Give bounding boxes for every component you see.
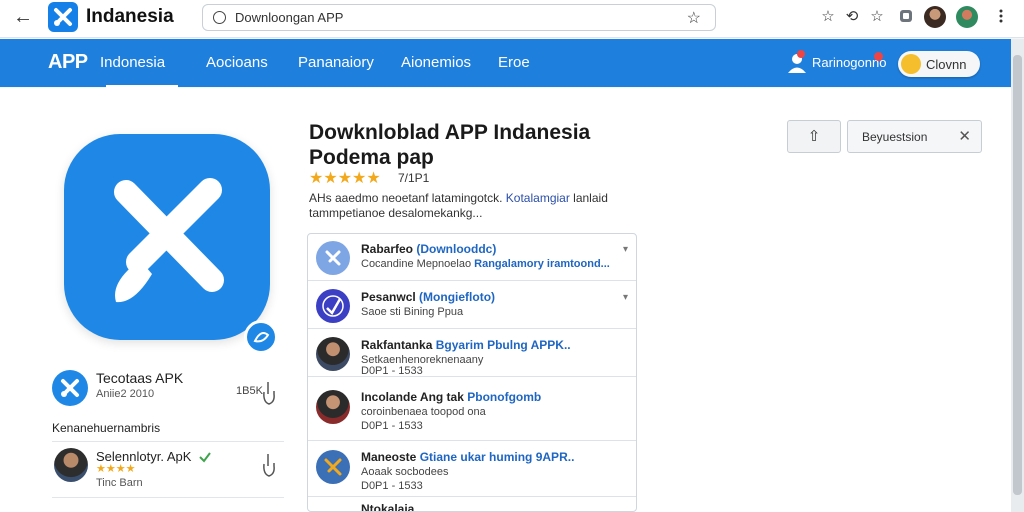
favorite-icon[interactable]: ☆: [868, 8, 886, 26]
download-count: 1B5K: [236, 385, 263, 397]
card-title[interactable]: Tecotaas APK: [96, 370, 183, 386]
nav-item-indonesia[interactable]: Indonesia: [100, 54, 165, 71]
page-title-line2: Podema pap: [309, 146, 434, 169]
item-stars: ★★★★: [96, 463, 136, 475]
item-divider: [52, 497, 284, 498]
address-bar[interactable]: Downloongan APP ☆: [202, 4, 716, 31]
star-icon[interactable]: ☆: [819, 8, 837, 26]
chevron-down-icon[interactable]: ▾: [623, 292, 628, 303]
app-hero-icon[interactable]: [64, 134, 270, 340]
main-nav: APP Indonesia Aocioans Pananaiory Aionem…: [0, 39, 1011, 88]
filter-chip[interactable]: Beyuestsion ✕: [847, 120, 982, 153]
list-item-title: Rabarfeo (Downlooddc): [361, 242, 497, 256]
nav-logo[interactable]: APP: [48, 51, 88, 74]
description: AHs aaedmo neoetanf latamingotck. Kotala…: [309, 191, 639, 221]
notification-badge: [797, 50, 805, 58]
desc-line1-end: lanlaid: [573, 191, 608, 205]
list-item-title: Maneoste Gtiane ukar huming 9APR..: [361, 450, 575, 464]
app-small-icon[interactable]: [52, 370, 88, 406]
nav-item-5[interactable]: Eroe: [498, 54, 530, 71]
address-text[interactable]: Downloongan APP: [235, 10, 343, 25]
more-menu-icon[interactable]: [992, 8, 1010, 26]
chevron-down-icon[interactable]: ▾: [623, 244, 628, 255]
list-item-sub: Aoaak socbodees: [361, 466, 449, 478]
list-item-title: Incolande Ang tak Pbonofgomb: [361, 390, 542, 404]
list-item-title: Rakfantanka Bgyarim Pbulng APPK..: [361, 338, 571, 352]
list-item-meta: D0P1 - 1533: [361, 480, 423, 492]
desc-line2: tammpetianoe desalomekankg...: [309, 206, 483, 220]
coin-icon: [901, 54, 921, 74]
bookmark-icon[interactable]: ☆: [687, 8, 701, 28]
desc-link[interactable]: Kotalamgiar: [506, 191, 570, 205]
hand-icon-2[interactable]: [260, 452, 278, 478]
filter-label: Beyuestsion: [862, 130, 928, 144]
list-item[interactable]: Maneoste Gtiane ukar huming 9APR.. Aoaak…: [308, 442, 636, 497]
list-item-sub: coroinbenaea toopod ona: [361, 406, 486, 418]
list-item-meta: D0P1 - 1533: [361, 365, 423, 377]
verified-icon: [199, 450, 211, 463]
hand-icon[interactable]: [260, 380, 278, 406]
list-item[interactable]: Rabarfeo (Downlooddc) Cocandine Mepnoela…: [308, 234, 636, 281]
download-list: Rabarfeo (Downlooddc) Cocandine Mepnoela…: [307, 233, 637, 512]
list-item[interactable]: Pesanwcl (Mongiefloto) Saoe sti Bining P…: [308, 282, 636, 329]
list-item-avatar: [316, 390, 350, 424]
coin-pill-button[interactable]: Clovnn: [898, 51, 980, 77]
list-item-icon: [316, 289, 350, 323]
nav-item-3[interactable]: Pananaiory: [298, 54, 374, 71]
edit-badge-icon[interactable]: [244, 320, 278, 354]
extension-icon[interactable]: [897, 8, 915, 26]
list-item[interactable]: Ntokalaia: [308, 498, 636, 512]
account-avatar[interactable]: [956, 6, 978, 28]
list-item[interactable]: Rakfantanka Bgyarim Pbulng APPK.. Setkae…: [308, 330, 636, 377]
brand-name: Indanesia: [86, 6, 174, 27]
scrollbar-thumb[interactable]: [1013, 55, 1022, 495]
nav-item-4[interactable]: Aionemios: [401, 54, 471, 71]
section-title: Kenanehuernambris: [52, 421, 161, 435]
item-sub: Tinc Barn: [96, 477, 143, 489]
list-item[interactable]: Incolande Ang tak Pbonofgomb coroinbenae…: [308, 378, 636, 441]
back-arrow-icon[interactable]: ←: [12, 6, 34, 28]
alert-badge: [874, 52, 883, 61]
app-logo-icon[interactable]: [48, 2, 78, 32]
card-sub: Aniie2 2010: [96, 388, 155, 400]
list-item-meta: D0P1 - 1533: [361, 420, 423, 432]
list-item-avatar: [316, 337, 350, 371]
profile-avatar[interactable]: [924, 6, 946, 28]
list-item-title: Ntokalaia: [361, 502, 415, 512]
list-item-sub: Saoe sti Bining Ppua: [361, 306, 464, 318]
section-divider: [52, 441, 284, 442]
refresh-icon[interactable]: ⟲: [843, 8, 861, 26]
share-button[interactable]: ⇧: [787, 120, 841, 153]
list-item-title: Pesanwcl (Mongiefloto): [361, 290, 496, 304]
page-title-line1: Dowknloblad APP Indanesia: [309, 121, 591, 144]
pill-label: Clovnn: [926, 57, 967, 72]
list-item-icon: [316, 241, 350, 275]
list-item-sub: Cocandine Mepnoelao Rangalamory iramtoon…: [361, 258, 610, 270]
browser-toolbar: ← Indanesia Downloongan APP ☆ ☆ ⟲ ☆: [0, 0, 1024, 38]
search-icon: [213, 11, 226, 24]
desc-line1: AHs aaedmo neoetanf latamingotck.: [309, 191, 503, 205]
nav-item-2[interactable]: Aocioans: [206, 54, 268, 71]
close-icon[interactable]: ✕: [958, 127, 971, 145]
rating-stars: ★★★★★: [309, 170, 381, 187]
author-avatar[interactable]: [54, 448, 88, 482]
app-window: ← Indanesia Downloongan APP ☆ ☆ ⟲ ☆ APP …: [0, 0, 1024, 512]
rating-text: 7/1P1: [398, 171, 430, 185]
list-item-icon: [316, 450, 350, 484]
page-title: Dowknloblad APP Indanesia Podema pap: [309, 120, 590, 170]
